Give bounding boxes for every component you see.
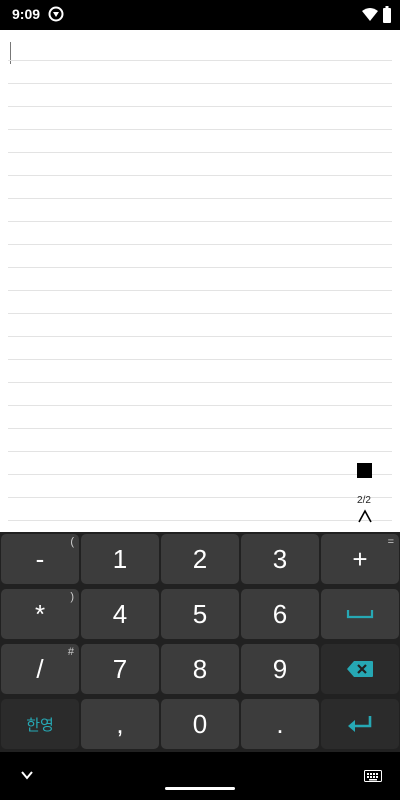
- ruled-line: [8, 359, 392, 360]
- key-hint: #: [67, 646, 74, 658]
- key-5[interactable]: 5: [161, 589, 239, 639]
- ruled-line: [8, 244, 392, 245]
- status-bar: 9:09: [0, 0, 400, 30]
- keyboard-switch-icon[interactable]: [364, 770, 382, 782]
- key-minus[interactable]: - (: [1, 534, 79, 584]
- key-3[interactable]: 3: [241, 534, 319, 584]
- ruled-line: [8, 267, 392, 268]
- ruled-line: [8, 175, 392, 176]
- ruled-line: [8, 198, 392, 199]
- stop-icon[interactable]: [357, 463, 372, 478]
- ruled-line: [8, 336, 392, 337]
- ruled-line: [8, 497, 392, 498]
- ruled-line: [8, 290, 392, 291]
- key-asterisk[interactable]: * ): [1, 589, 79, 639]
- ruled-line: [8, 152, 392, 153]
- key-0[interactable]: 0: [161, 699, 239, 749]
- navigation-bar: [0, 752, 400, 800]
- status-time: 9:09: [12, 6, 41, 22]
- key-hint: =: [387, 536, 394, 548]
- ruled-line: [8, 382, 392, 383]
- ruled-line: [8, 221, 392, 222]
- key-plus[interactable]: + =: [321, 534, 399, 584]
- page-indicator: 2/2: [357, 495, 371, 506]
- enter-icon: [348, 716, 372, 732]
- ruled-line: [8, 405, 392, 406]
- key-hint: (: [70, 536, 74, 548]
- key-1[interactable]: 1: [81, 534, 159, 584]
- enter-key[interactable]: [321, 699, 399, 749]
- key-6[interactable]: 6: [241, 589, 319, 639]
- ruled-line: [8, 313, 392, 314]
- key-slash[interactable]: / #: [1, 644, 79, 694]
- numeric-keyboard: - ( 1 2 3 + = * ) 4 5 6 / # 7 8 9 한영 , 0…: [0, 532, 400, 752]
- space-icon: [346, 610, 374, 619]
- key-8[interactable]: 8: [161, 644, 239, 694]
- ruled-line: [8, 474, 392, 475]
- key-7[interactable]: 7: [81, 644, 159, 694]
- key-comma[interactable]: ,: [81, 699, 159, 749]
- app-notification-icon: [48, 6, 64, 22]
- backspace-key[interactable]: [321, 644, 399, 694]
- ruled-line: [8, 428, 392, 429]
- home-handle[interactable]: [165, 787, 235, 790]
- battery-icon: [383, 6, 391, 23]
- ruled-line: [8, 60, 392, 61]
- key-period[interactable]: .: [241, 699, 319, 749]
- language-toggle-key[interactable]: 한영: [1, 699, 79, 749]
- backspace-icon: [347, 661, 373, 677]
- space-key[interactable]: [321, 589, 399, 639]
- key-2[interactable]: 2: [161, 534, 239, 584]
- ruled-line: [8, 83, 392, 84]
- chevron-down-icon[interactable]: [20, 770, 34, 780]
- ruled-line: [8, 451, 392, 452]
- ruled-line: [8, 129, 392, 130]
- ruled-line: [8, 520, 392, 521]
- key-hint: ): [70, 591, 74, 603]
- key-4[interactable]: 4: [81, 589, 159, 639]
- wifi-icon: [362, 8, 378, 21]
- key-9[interactable]: 9: [241, 644, 319, 694]
- note-editor[interactable]: 2/2: [0, 30, 400, 532]
- ruled-line: [8, 106, 392, 107]
- chevron-up-icon[interactable]: [357, 509, 373, 523]
